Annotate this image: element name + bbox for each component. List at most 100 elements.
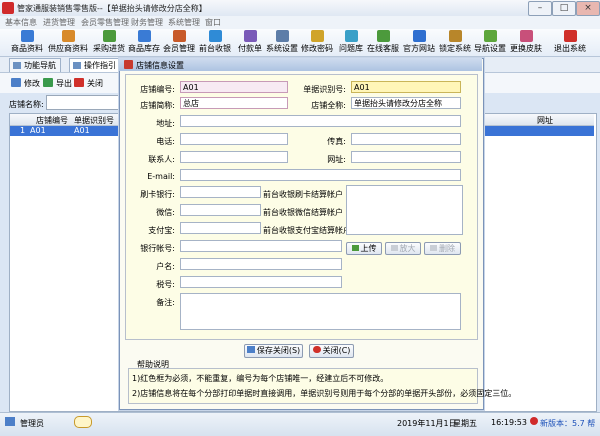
short-name-field[interactable]: 总店 <box>180 97 288 109</box>
toolbar-member-button[interactable]: 会员管理 <box>162 30 196 55</box>
save-close-button[interactable]: 保存关闭(S) <box>244 344 303 358</box>
dialog-close-button[interactable]: 关闭(C) <box>309 344 354 358</box>
grid-header-doc-id[interactable]: 单据识别号 <box>74 115 114 126</box>
guide-icon <box>73 62 81 69</box>
toolbar-payment-button[interactable]: 付款单 <box>236 30 264 55</box>
skin-icon <box>519 30 533 42</box>
status-date: 2019年11月1日 <box>397 419 457 428</box>
save-label: 保存关闭(S) <box>256 346 301 355</box>
toolbar-website-button[interactable]: 官方网站 <box>402 30 436 55</box>
goods-icon <box>20 30 34 42</box>
shop-image-box[interactable] <box>346 185 463 235</box>
account-name-field[interactable] <box>180 258 342 270</box>
email-field[interactable] <box>180 169 461 181</box>
help-line-2: 2)店铺信息将在每个分部打印单据时直接调用，单据识别号则用于每个分部的单据开头部… <box>132 389 517 398</box>
toolbar-label: 修改密码 <box>301 44 333 53</box>
toolbar-faq-button[interactable]: 问题库 <box>337 30 365 55</box>
close-button[interactable]: 关闭 <box>74 78 103 89</box>
menu-finance[interactable]: 财务管理 <box>131 17 163 28</box>
upload-button[interactable]: 上传 <box>346 242 382 255</box>
shop-name-filter-input[interactable] <box>46 95 128 110</box>
shop-no-field[interactable]: A01 <box>180 81 288 93</box>
edit-button[interactable]: 修改 <box>11 78 40 89</box>
bank-account-field[interactable] <box>180 240 342 252</box>
window-title: 管家通服装销售零售版--【单据抬头请修改分店全称】 <box>17 4 207 13</box>
minimize-button[interactable]: – <box>528 1 552 16</box>
zoom-button[interactable]: 放大 <box>385 242 421 255</box>
doc-id-field[interactable]: A01 <box>351 81 461 93</box>
grid-header-website[interactable]: 网址 <box>537 115 553 126</box>
toolbar-lock-button[interactable]: 锁定系统 <box>438 30 472 55</box>
contact-field[interactable] <box>180 151 288 163</box>
toolbar-supplier-button[interactable]: 供应商资料 <box>47 30 89 55</box>
toolbar-skin-button[interactable]: 更换皮肤 <box>508 30 544 55</box>
menu-purchase[interactable]: 进货管理 <box>43 17 75 28</box>
toolbar-purchase-button[interactable]: 采购进货 <box>92 30 126 55</box>
toolbar-label: 商品库存 <box>128 44 160 53</box>
member-icon <box>172 30 186 42</box>
toolbar-label: 会员管理 <box>163 44 195 53</box>
toolbar-settings-button[interactable]: 系统设置 <box>265 30 299 55</box>
menu-window[interactable]: 窗口 <box>205 17 221 28</box>
label-address: 地址: <box>156 119 175 128</box>
status-weekday: 星期五 <box>453 419 477 428</box>
remark-field[interactable] <box>180 293 461 330</box>
website-field[interactable] <box>351 151 461 163</box>
menu-basic-info[interactable]: 基本信息 <box>5 17 37 28</box>
address-field[interactable] <box>180 115 461 127</box>
save-icon <box>246 346 255 353</box>
label-full-name: 店铺全称: <box>311 101 346 110</box>
label-account-name: 户名: <box>156 262 175 271</box>
tab-function-nav[interactable]: 功能导航 <box>9 58 61 72</box>
alipay-field[interactable] <box>180 222 261 234</box>
close-window-button[interactable]: × <box>576 1 600 16</box>
navigation-icon <box>483 30 497 42</box>
toolbar-label: 系统设置 <box>266 44 298 53</box>
status-time: 16:19:53 <box>491 418 527 427</box>
toolbar-navigation-button[interactable]: 导航设置 <box>473 30 507 55</box>
nav-icon <box>13 62 21 69</box>
menu-member-retail[interactable]: 会员零售管理 <box>81 17 129 28</box>
payment-icon <box>243 30 257 42</box>
delete-image-button[interactable]: 删除 <box>424 242 461 255</box>
toolbar-exit-button[interactable]: 退出系统 <box>553 30 587 55</box>
toolbar-goods-button[interactable]: 商品资料 <box>10 30 44 55</box>
toolbar-label: 问题库 <box>339 44 363 53</box>
toolbar-inventory-button[interactable]: 商品库存 <box>128 30 160 55</box>
label-website: 网址: <box>327 155 346 164</box>
help-line-1: 1)红色框为必须，不能重复，编号为每个店铺唯一，经建立后不可修改。 <box>132 374 389 383</box>
card-account-note: 前台收银刷卡结算帐户 <box>263 190 343 199</box>
toolbar-cashier-button[interactable]: 前台收银 <box>198 30 232 55</box>
label-alipay: 支付宝: <box>148 226 175 235</box>
label-card-bank: 刷卡银行: <box>140 190 175 199</box>
card-bank-field[interactable] <box>180 186 261 198</box>
fax-field[interactable] <box>351 133 461 145</box>
label-contact: 联系人: <box>148 155 175 164</box>
tax-no-field[interactable] <box>180 276 342 288</box>
dialog-title: 店铺信息设置 <box>136 61 184 70</box>
export-button[interactable]: 导出 <box>43 78 72 89</box>
row-number: 1 <box>20 126 26 135</box>
toolbar-label: 退出系统 <box>554 44 586 53</box>
tab-label: 功能导航 <box>24 61 56 70</box>
tab-operation-guide[interactable]: 操作指引 <box>69 58 121 72</box>
maximize-button[interactable]: □ <box>552 1 576 16</box>
toolbar-label: 导航设置 <box>474 44 506 53</box>
support-icon <box>376 30 390 42</box>
full-name-field[interactable]: 单据抬头请修改分店全称 <box>351 97 461 109</box>
row-shop-no: A01 <box>30 126 46 135</box>
toolbar-label: 付款单 <box>238 44 262 53</box>
shop-name-filter-label: 店铺名称: <box>9 100 44 109</box>
label-remark: 备注: <box>156 298 175 307</box>
toolbar-label: 锁定系统 <box>439 44 471 53</box>
toolbar-password-button[interactable]: 修改密码 <box>300 30 334 55</box>
new-version-link[interactable]: 新版本：5.7 帮 <box>540 418 595 429</box>
phone-field[interactable] <box>180 133 288 145</box>
toolbar-label: 在线客服 <box>367 44 399 53</box>
menu-system[interactable]: 系统管理 <box>168 17 200 28</box>
grid-header-shop-no[interactable]: 店铺编号 <box>36 115 68 126</box>
qq-icon[interactable] <box>74 416 92 428</box>
toolbar-label: 前台收银 <box>199 44 231 53</box>
wechat-field[interactable] <box>180 204 261 216</box>
toolbar-support-button[interactable]: 在线客服 <box>366 30 400 55</box>
